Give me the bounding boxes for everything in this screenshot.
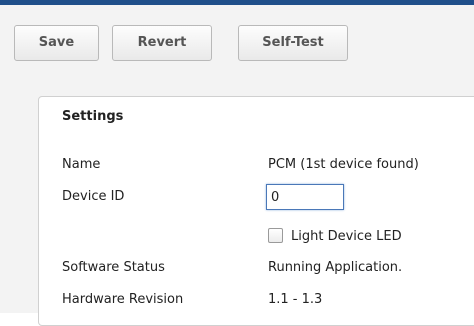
settings-title: Settings bbox=[62, 109, 124, 124]
device-id-label: Device ID bbox=[62, 189, 125, 204]
hardware-revision-label: Hardware Revision bbox=[62, 292, 184, 307]
revert-button[interactable]: Revert bbox=[112, 25, 212, 61]
light-device-led-label[interactable]: Light Device LED bbox=[291, 229, 402, 244]
software-status-value: Running Application. bbox=[268, 260, 403, 275]
self-test-button[interactable]: Self-Test bbox=[238, 25, 348, 61]
name-label: Name bbox=[62, 157, 101, 172]
name-value: PCM (1st device found) bbox=[268, 157, 419, 172]
device-id-input[interactable] bbox=[266, 184, 344, 210]
light-device-led-checkbox[interactable] bbox=[268, 228, 283, 243]
toolbar: Save Revert Self-Test bbox=[0, 5, 474, 80]
save-button[interactable]: Save bbox=[14, 25, 99, 61]
hardware-revision-value: 1.1 - 1.3 bbox=[268, 292, 323, 307]
software-status-label: Software Status bbox=[62, 260, 165, 275]
